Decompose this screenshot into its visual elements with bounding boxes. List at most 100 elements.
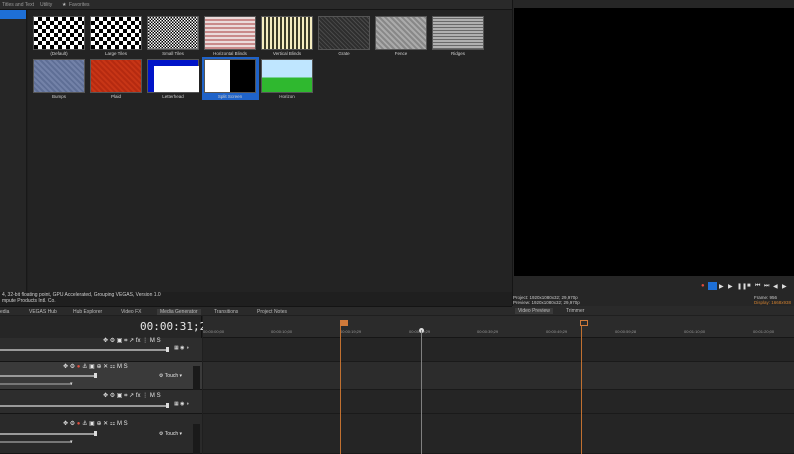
settings-icon[interactable]: ⚙ (70, 421, 75, 427)
tab-transitions[interactable]: Transitions (214, 309, 238, 315)
track-fx-icon[interactable]: ▣ (89, 364, 95, 370)
level-knob[interactable] (166, 403, 169, 408)
solo-button[interactable]: S (157, 393, 161, 399)
track-fx-icon[interactable]: ▣ (89, 421, 95, 427)
envelope-icon[interactable]: ⚓ (82, 421, 87, 427)
tab-favorites[interactable]: Favorites (69, 2, 90, 8)
pan-slider[interactable] (0, 441, 72, 443)
track-header-video-2[interactable] (0, 390, 202, 414)
level-slider[interactable] (0, 349, 166, 351)
pause-icon[interactable]: ❚❚ (737, 283, 747, 290)
thumb-split-screen[interactable] (204, 59, 256, 93)
thumb-grate[interactable] (318, 16, 370, 50)
visibility-icon[interactable]: ◑ (186, 345, 189, 351)
composite-icon[interactable]: ▦ (174, 345, 179, 351)
invert-icon[interactable]: ✕ (103, 421, 108, 427)
record-arm-icon[interactable]: ● (77, 421, 81, 427)
tab-hub-explorer[interactable]: Hub Explorer (73, 309, 102, 315)
generator-tree[interactable] (0, 10, 27, 292)
compositing-icon[interactable]: ▣ (117, 338, 123, 344)
automation-mode[interactable]: ⚙ Touch ▾ (159, 431, 182, 437)
tree-selected-item[interactable] (0, 10, 26, 19)
mute-button[interactable]: M (150, 393, 155, 399)
thumb-default[interactable] (33, 16, 85, 50)
thumb-vertical-blinds[interactable] (261, 16, 313, 50)
settings-icon[interactable]: ⚙ (70, 364, 75, 370)
level-slider[interactable] (0, 405, 166, 407)
stop-icon[interactable]: ■ (747, 283, 751, 289)
level-knob[interactable] (166, 347, 169, 352)
record-arm-icon[interactable]: ● (77, 364, 81, 370)
pan-dropdown-icon[interactable]: ▾ (70, 381, 73, 387)
solo-button[interactable]: S (124, 421, 128, 427)
more-icon[interactable]: ⋮ (142, 393, 148, 399)
mute-button[interactable]: M (117, 421, 122, 427)
automation-mode[interactable]: ⚙ Touch ▾ (159, 373, 182, 379)
pan-dropdown-icon[interactable]: ▾ (70, 439, 73, 445)
phase-icon[interactable]: ⊕ (96, 421, 101, 427)
move-icon[interactable]: ✥ (63, 364, 68, 370)
settings-icon[interactable]: ⚙ (110, 338, 115, 344)
loop-icon[interactable] (708, 282, 717, 290)
thumb-letterhead[interactable] (147, 59, 199, 93)
track-lane[interactable] (203, 362, 794, 390)
play-icon[interactable]: ▶ (728, 283, 733, 290)
mute-button[interactable]: M (150, 338, 155, 344)
tab-media-generator[interactable]: Media Generator (157, 309, 201, 315)
thumb-large-tiles[interactable] (90, 16, 142, 50)
more-icon[interactable]: ⋮ (142, 338, 148, 344)
prev-frame-icon[interactable]: ◀ (773, 283, 778, 290)
tab-project-notes[interactable]: Project Notes (257, 309, 287, 315)
tab-media[interactable]: edia (0, 309, 9, 315)
volume-knob[interactable] (94, 373, 97, 378)
tab-trimmer[interactable]: Trimmer (566, 308, 584, 314)
go-end-icon[interactable]: ⏭ (764, 283, 769, 290)
solo-button[interactable]: S (124, 364, 128, 370)
eye-icon[interactable]: ◉ (180, 401, 184, 407)
thumb-horizontal-blinds[interactable] (204, 16, 256, 50)
plugin-chain-icon[interactable]: ⚏ (110, 421, 115, 427)
eye-icon[interactable]: ◉ (180, 345, 184, 351)
track-lane[interactable] (203, 338, 794, 362)
track-lane[interactable] (203, 414, 794, 454)
mute-button[interactable]: M (117, 364, 122, 370)
move-icon[interactable]: ✥ (103, 393, 108, 399)
tab-utility[interactable]: Utility (40, 2, 52, 8)
fx-icon[interactable]: fx (136, 393, 141, 399)
plugin-chain-icon[interactable]: ⚏ (110, 364, 115, 370)
visibility-icon[interactable]: ◑ (186, 401, 189, 407)
tab-vegas-hub[interactable]: VEGAS Hub (29, 309, 57, 315)
play-from-start-icon[interactable]: ▶ (719, 283, 724, 290)
thumb-plaid[interactable] (90, 59, 142, 93)
go-start-icon[interactable]: ⏮ (755, 283, 760, 290)
pan-slider[interactable] (0, 383, 72, 385)
thumb-small-tiles[interactable] (147, 16, 199, 50)
volume-knob[interactable] (94, 431, 97, 436)
thumb-ridges[interactable] (432, 16, 484, 50)
thumb-fence[interactable] (375, 16, 427, 50)
track-lane[interactable] (203, 390, 794, 414)
solo-button[interactable]: S (157, 338, 161, 344)
settings-icon[interactable]: ⚙ (110, 393, 115, 399)
marker-flag[interactable] (340, 320, 348, 326)
tab-video-fx[interactable]: Video FX (121, 309, 141, 315)
tab-video-preview[interactable]: Video Preview (515, 308, 553, 314)
timeline-ruler[interactable]: 00:00:00;00 00:00:10;00 00:00:19;29 00:0… (203, 316, 794, 338)
video-preview[interactable] (514, 8, 794, 276)
motion-icon[interactable]: ↗ (129, 338, 134, 344)
envelope-icon[interactable]: ⚓ (82, 364, 87, 370)
invert-icon[interactable]: ✕ (103, 364, 108, 370)
thumb-bumps[interactable] (33, 59, 85, 93)
compositing-icon[interactable]: ▣ (117, 393, 123, 399)
composite-icon[interactable]: ▦ (174, 401, 179, 407)
move-icon[interactable]: ✥ (63, 421, 68, 427)
volume-slider[interactable] (0, 375, 94, 377)
thumb-horizon[interactable] (261, 59, 313, 93)
crop-icon[interactable]: ⌗ (124, 393, 127, 399)
motion-icon[interactable]: ↗ (129, 393, 134, 399)
volume-slider[interactable] (0, 433, 94, 435)
tab-titles-and-text[interactable]: Titles and Text (2, 2, 34, 8)
phase-icon[interactable]: ⊕ (96, 364, 101, 370)
move-icon[interactable]: ✥ (103, 338, 108, 344)
next-frame-icon[interactable]: ▶ (782, 283, 787, 290)
